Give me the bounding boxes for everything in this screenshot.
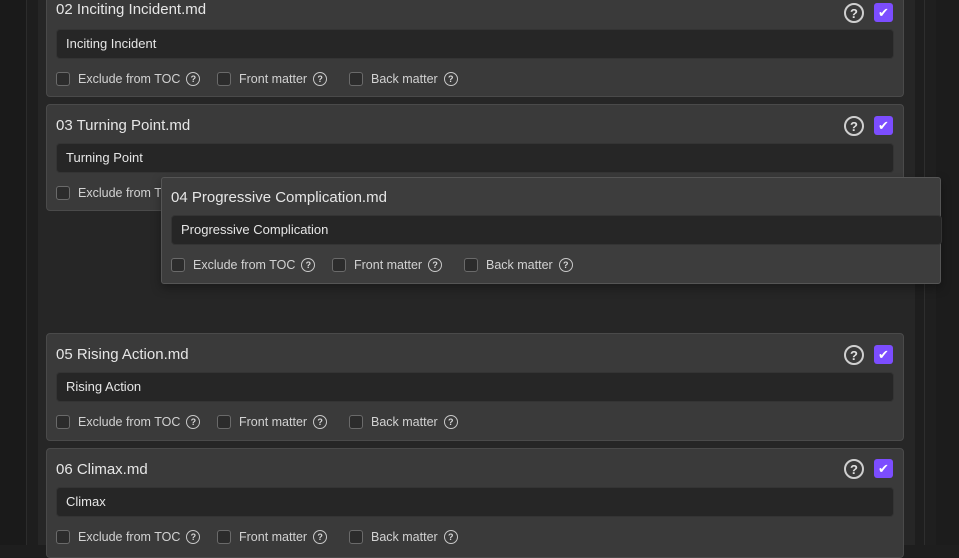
chapter-filename: 03 Turning Point.md <box>56 117 191 134</box>
exclude-toc-option[interactable]: Exclude from TOC ? <box>56 415 201 429</box>
chapter-title-input[interactable]: Inciting Incident <box>56 29 894 59</box>
exclude-toc-option[interactable]: Exclude from TOC ? <box>56 530 201 544</box>
help-icon[interactable]: ? <box>313 72 328 86</box>
help-icon[interactable]: ? <box>186 415 201 429</box>
front-matter-label: Front matter <box>239 530 308 544</box>
exclude-toc-checkbox[interactable] <box>56 530 70 544</box>
left-gutter <box>0 0 27 545</box>
help-icon[interactable]: ? <box>186 72 201 86</box>
exclude-toc-label: Exclude from TOC <box>78 72 181 86</box>
exclude-toc-checkbox[interactable] <box>171 258 185 272</box>
exclude-toc-option[interactable]: Exclude from TOC ? <box>171 258 316 272</box>
back-matter-label: Back matter <box>371 415 438 429</box>
chapter-filename: 05 Rising Action.md <box>56 346 189 363</box>
help-icon[interactable]: ? <box>428 258 443 272</box>
help-icon[interactable]: ? <box>558 258 573 272</box>
exclude-toc-label: Exclude from TOC <box>78 530 181 544</box>
back-matter-checkbox[interactable] <box>349 415 363 429</box>
help-icon[interactable]: ? <box>443 72 458 86</box>
exclude-toc-checkbox[interactable] <box>56 72 70 86</box>
front-matter-option[interactable]: Front matter ? <box>217 415 328 429</box>
front-matter-option[interactable]: Front matter ? <box>332 258 443 272</box>
front-matter-label: Front matter <box>354 258 423 272</box>
exclude-toc-option[interactable]: Exclude from TOC ? <box>56 72 201 86</box>
front-matter-checkbox[interactable] <box>332 258 346 272</box>
back-matter-label: Back matter <box>486 258 553 272</box>
back-matter-option[interactable]: Back matter ? <box>464 258 573 272</box>
help-icon[interactable]: ? <box>443 530 458 544</box>
back-matter-label: Back matter <box>371 72 438 86</box>
front-matter-option[interactable]: Front matter ? <box>217 72 328 86</box>
back-matter-checkbox[interactable] <box>349 530 363 544</box>
front-matter-checkbox[interactable] <box>217 415 231 429</box>
front-matter-checkbox[interactable] <box>217 530 231 544</box>
back-matter-option[interactable]: Back matter ? <box>349 530 458 544</box>
chapter-title-input[interactable]: Climax <box>56 487 894 517</box>
help-icon[interactable]: ? <box>443 415 458 429</box>
back-matter-option[interactable]: Back matter ? <box>349 415 458 429</box>
chapter-card[interactable]: 02 Inciting Incident.md ? ✔ Inciting Inc… <box>46 0 904 97</box>
chapter-filename: 04 Progressive Complication.md <box>171 189 387 206</box>
chapter-title-input[interactable]: Turning Point <box>56 143 894 173</box>
chapter-filename: 06 Climax.md <box>56 461 148 478</box>
exclude-toc-label: Exclude from TOC <box>78 415 181 429</box>
back-matter-checkbox[interactable] <box>349 72 363 86</box>
help-icon[interactable]: ? <box>844 116 864 136</box>
include-checkbox[interactable]: ✔ <box>874 345 893 364</box>
exclude-toc-checkbox[interactable] <box>56 186 70 200</box>
include-checkbox[interactable]: ✔ <box>874 459 893 478</box>
include-checkbox[interactable]: ✔ <box>874 116 893 135</box>
front-matter-checkbox[interactable] <box>217 72 231 86</box>
front-matter-label: Front matter <box>239 72 308 86</box>
back-matter-checkbox[interactable] <box>464 258 478 272</box>
help-icon[interactable]: ? <box>186 530 201 544</box>
help-icon[interactable]: ? <box>301 258 316 272</box>
back-matter-option[interactable]: Back matter ? <box>349 72 458 86</box>
chapter-filename: 02 Inciting Incident.md <box>56 1 207 18</box>
chapter-card[interactable]: 06 Climax.md ? ✔ Climax Exclude from TOC… <box>46 448 904 558</box>
dragged-chapter-card[interactable]: 04 Progressive Complication.md Progressi… <box>161 177 942 284</box>
exclude-toc-checkbox[interactable] <box>56 415 70 429</box>
chapter-title-input[interactable]: Rising Action <box>56 372 894 402</box>
back-matter-label: Back matter <box>371 530 438 544</box>
chapter-title-input[interactable]: Progressive Complication <box>171 215 942 245</box>
exclude-toc-label: Exclude from TOC <box>193 258 296 272</box>
help-icon[interactable]: ? <box>844 459 864 479</box>
help-icon[interactable]: ? <box>313 530 328 544</box>
front-matter-label: Front matter <box>239 415 308 429</box>
help-icon[interactable]: ? <box>844 3 864 23</box>
front-matter-option[interactable]: Front matter ? <box>217 530 328 544</box>
include-checkbox[interactable]: ✔ <box>874 3 893 22</box>
help-icon[interactable]: ? <box>313 415 328 429</box>
chapter-card[interactable]: 05 Rising Action.md ? ✔ Rising Action Ex… <box>46 333 904 441</box>
help-icon[interactable]: ? <box>844 345 864 365</box>
